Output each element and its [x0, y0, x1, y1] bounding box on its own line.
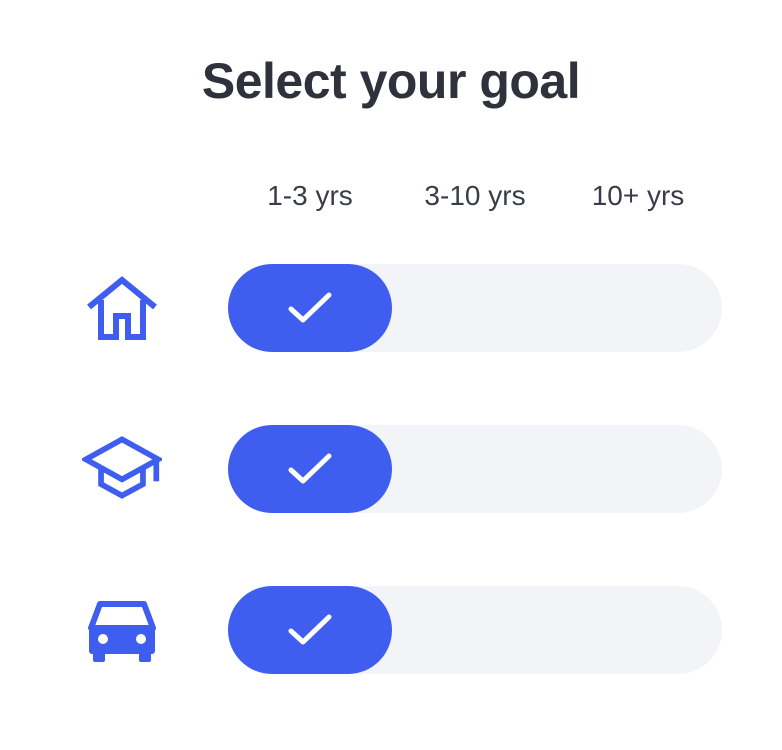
segment-10-plus-yrs[interactable]: [557, 425, 722, 513]
goal-slider-car[interactable]: [228, 586, 722, 674]
segment-3-10-yrs[interactable]: [392, 586, 557, 674]
checkmark-icon: [288, 614, 332, 645]
segment-10-plus-yrs[interactable]: [557, 264, 722, 352]
column-label-1-3-yrs: 1-3 yrs: [267, 180, 353, 211]
car-icon: [82, 596, 162, 666]
page-title: Select your goal: [201, 53, 581, 109]
goal-slider-education[interactable]: [228, 425, 722, 513]
slider-thumb[interactable]: [228, 425, 392, 513]
graduation-cap-icon: [82, 432, 162, 502]
column-label-3-10-yrs: 3-10 yrs: [424, 180, 526, 211]
segment-10-plus-yrs[interactable]: [557, 586, 722, 674]
segment-3-10-yrs[interactable]: [392, 264, 557, 352]
slider-thumb[interactable]: [228, 264, 392, 352]
column-label-10-plus-yrs: 10+ yrs: [591, 180, 685, 211]
house-icon: [82, 272, 162, 342]
checkmark-icon: [288, 453, 332, 484]
goal-slider-house[interactable]: [228, 264, 722, 352]
slider-thumb[interactable]: [228, 586, 392, 674]
checkmark-icon: [288, 292, 332, 323]
segment-3-10-yrs[interactable]: [392, 425, 557, 513]
